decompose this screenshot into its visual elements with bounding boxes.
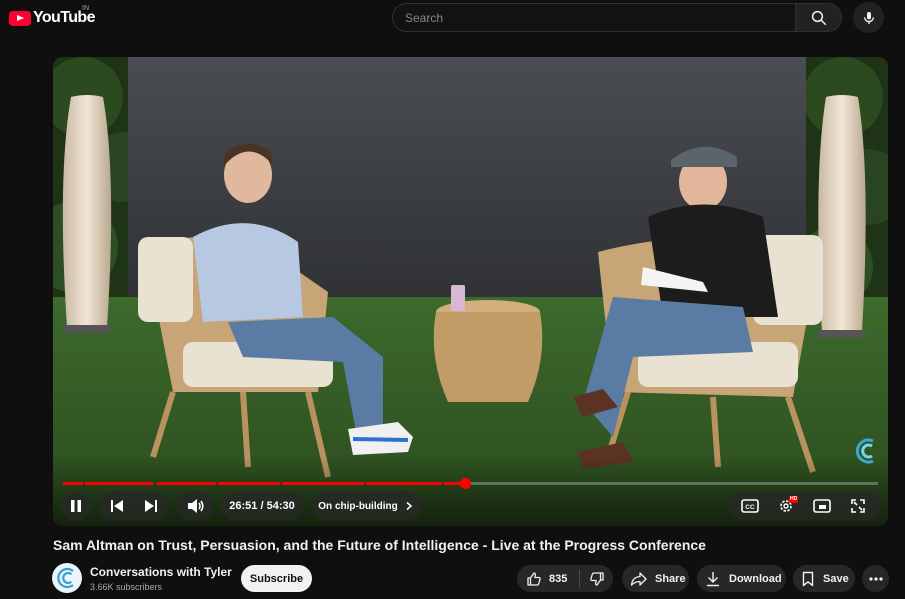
top-bar: YouTube IN xyxy=(0,0,905,36)
played-fill xyxy=(85,482,153,485)
channel-watermark-icon xyxy=(855,438,874,464)
progress-bar[interactable] xyxy=(63,478,878,489)
voice-search-button[interactable] xyxy=(853,2,884,33)
played-fill xyxy=(218,482,280,485)
played-fill xyxy=(366,482,442,485)
search-input[interactable] xyxy=(392,3,795,32)
skip-previous-icon xyxy=(111,500,123,512)
download-icon xyxy=(707,571,719,586)
share-button[interactable]: Share xyxy=(622,565,689,592)
like-count: 835 xyxy=(549,572,568,585)
thumbs-up-icon xyxy=(527,571,541,586)
more-actions-button[interactable] xyxy=(862,565,889,592)
time-text: 26:51 / 54:30 xyxy=(229,500,295,512)
save-button[interactable]: Save xyxy=(793,565,855,592)
country-code: IN xyxy=(82,5,89,12)
chevron-right-icon xyxy=(406,501,412,511)
save-label: Save xyxy=(823,572,849,585)
chapter-segment[interactable] xyxy=(85,482,153,485)
chapter-segment[interactable] xyxy=(157,482,216,485)
volume-button[interactable] xyxy=(177,491,214,521)
miniplayer-icon xyxy=(813,499,831,513)
svg-text:CC: CC xyxy=(745,504,755,511)
more-horizontal-icon xyxy=(868,576,883,581)
played-fill xyxy=(157,482,216,485)
download-label: Download xyxy=(729,572,782,585)
like-button[interactable]: 835 xyxy=(517,565,579,592)
download-button[interactable]: Download xyxy=(697,565,786,592)
played-fill xyxy=(282,482,364,485)
cc-icon: CC xyxy=(741,499,759,513)
captions-button[interactable]: CC xyxy=(733,491,767,521)
skip-next-icon xyxy=(145,500,157,512)
channel-name[interactable]: Conversations with Tyler xyxy=(90,565,232,579)
channel-avatar[interactable] xyxy=(52,563,82,593)
channel-logo-icon xyxy=(57,567,74,589)
volume-icon xyxy=(187,499,204,513)
play-pause-button[interactable] xyxy=(61,491,91,521)
right-controls: CC HD xyxy=(729,491,882,521)
scrubber-handle[interactable] xyxy=(459,478,471,489)
video-player[interactable]: 26:51 / 54:30 On chip-building CC HD xyxy=(53,57,888,526)
chapter-segment[interactable] xyxy=(470,482,878,485)
thumbs-down-icon xyxy=(589,571,604,586)
fullscreen-icon xyxy=(851,499,865,513)
chapter-segment[interactable] xyxy=(63,482,83,485)
settings-button[interactable]: HD xyxy=(769,491,803,521)
microphone-icon xyxy=(863,11,874,24)
next-button[interactable] xyxy=(134,491,168,521)
fullscreen-button[interactable] xyxy=(841,491,875,521)
time-display: 26:51 / 54:30 xyxy=(221,491,303,521)
chapter-segment[interactable] xyxy=(218,482,280,485)
dislike-button[interactable] xyxy=(580,565,613,592)
search-icon xyxy=(811,10,826,25)
previous-button[interactable] xyxy=(100,491,134,521)
like-dislike-group: 835 xyxy=(517,565,613,592)
played-fill xyxy=(63,482,83,485)
share-icon xyxy=(630,571,647,586)
prev-next-group xyxy=(98,491,170,521)
chapter-button[interactable]: On chip-building xyxy=(310,491,422,521)
subscriber-count: 3.66K subscribers xyxy=(90,582,163,592)
search-bar xyxy=(392,3,842,32)
bookmark-icon xyxy=(802,571,814,586)
miniplayer-button[interactable] xyxy=(805,491,839,521)
search-button[interactable] xyxy=(795,3,842,32)
chapter-segment[interactable] xyxy=(282,482,364,485)
share-label: Share xyxy=(655,572,686,585)
chapter-segment[interactable] xyxy=(366,482,442,485)
pause-icon xyxy=(71,500,81,512)
chapter-title: On chip-building xyxy=(318,500,398,512)
hd-badge-icon: HD xyxy=(789,496,799,503)
youtube-play-icon xyxy=(9,10,31,26)
video-title: Sam Altman on Trust, Persuasion, and the… xyxy=(53,537,706,553)
subscribe-button[interactable]: Subscribe xyxy=(241,565,312,592)
